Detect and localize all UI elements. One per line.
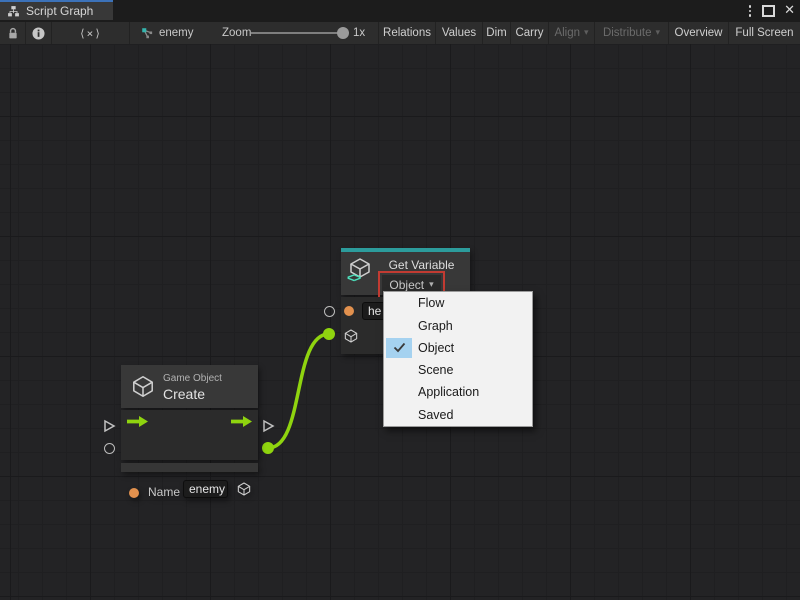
zoom-label: Zoom bbox=[222, 22, 251, 44]
more-menu-icon[interactable] bbox=[747, 3, 754, 19]
graph-toolbar: ⟨×⟩ enemy Zoom 1x Relations Values Dim C… bbox=[0, 22, 800, 45]
tab-script-graph[interactable]: Script Graph bbox=[0, 0, 113, 20]
code-view-button[interactable]: ⟨×⟩ bbox=[52, 22, 130, 44]
graph-hierarchy-icon bbox=[7, 5, 20, 18]
tab-title: Script Graph bbox=[26, 4, 93, 18]
node-category: Game Object bbox=[163, 373, 222, 384]
close-icon[interactable]: ✕ bbox=[784, 0, 795, 22]
name-port-dot[interactable] bbox=[129, 488, 139, 498]
check-slot bbox=[386, 293, 412, 313]
menu-item-flow[interactable]: Flow bbox=[384, 292, 532, 314]
carry-button[interactable]: Carry bbox=[510, 22, 548, 44]
variable-name-port-dot[interactable] bbox=[344, 306, 354, 316]
variable-name-port[interactable] bbox=[324, 306, 335, 317]
node-footer bbox=[121, 463, 258, 472]
dim-button[interactable]: Dim bbox=[482, 22, 510, 44]
node-header[interactable]: <> Get Variable Object ▾ bbox=[341, 252, 470, 295]
value-input-port[interactable] bbox=[104, 443, 115, 454]
checkmark-icon bbox=[386, 338, 412, 358]
check-slot bbox=[386, 316, 412, 336]
zoom-value: 1x bbox=[353, 22, 365, 44]
node-create-game-object[interactable]: Game Object Create Name enemy bbox=[121, 365, 258, 472]
object-port-cube-icon[interactable] bbox=[343, 328, 359, 344]
name-input-field[interactable]: enemy bbox=[183, 480, 228, 498]
menu-item-scene[interactable]: Scene bbox=[384, 359, 532, 381]
graph-asset-icon bbox=[141, 27, 154, 40]
node-header[interactable]: Game Object Create bbox=[121, 365, 258, 408]
caret-down-icon: ▾ bbox=[584, 28, 589, 38]
variable-brackets-icon: <> bbox=[347, 270, 360, 285]
game-object-cube-icon bbox=[130, 373, 156, 400]
title-bar: Script Graph ✕ bbox=[0, 0, 800, 22]
info-button[interactable] bbox=[26, 22, 52, 44]
node-title: Get Variable bbox=[377, 258, 466, 272]
script-graph-window: Script Graph ✕ ⟨×⟩ bbox=[0, 0, 800, 600]
flow-arrow-in-icon bbox=[127, 416, 149, 427]
flow-input-port[interactable] bbox=[103, 419, 116, 433]
check-slot bbox=[386, 382, 412, 402]
fullscreen-button[interactable]: Full Screen bbox=[728, 22, 800, 44]
relations-button[interactable]: Relations bbox=[378, 22, 435, 44]
graph-reference[interactable]: enemy bbox=[130, 22, 194, 44]
caret-down-icon: ▾ bbox=[656, 28, 661, 38]
zoom-slider-knob[interactable] bbox=[337, 27, 349, 39]
menu-item-graph[interactable]: Graph bbox=[384, 314, 532, 336]
name-port-label: Name bbox=[148, 485, 180, 499]
distribute-button[interactable]: Distribute▾ bbox=[594, 22, 668, 44]
code-icon: ⟨×⟩ bbox=[79, 27, 102, 40]
scope-context-menu: Flow Graph Object Scene Application bbox=[383, 291, 533, 427]
zoom-slider[interactable] bbox=[251, 32, 339, 34]
flow-output-port[interactable] bbox=[262, 419, 275, 433]
overview-button[interactable]: Overview bbox=[668, 22, 728, 44]
node-title: Create bbox=[163, 386, 205, 402]
align-button[interactable]: Align▾ bbox=[548, 22, 594, 44]
object-input-port-connected[interactable] bbox=[323, 328, 335, 340]
values-button[interactable]: Values bbox=[435, 22, 482, 44]
graph-name: enemy bbox=[159, 27, 194, 39]
check-slot bbox=[386, 360, 412, 380]
check-slot bbox=[386, 405, 412, 425]
menu-item-object[interactable]: Object bbox=[384, 337, 532, 359]
menu-item-saved[interactable]: Saved bbox=[384, 404, 532, 426]
value-output-port-connected[interactable] bbox=[262, 442, 274, 454]
maximize-icon[interactable] bbox=[762, 5, 775, 17]
game-object-port-cube-icon[interactable] bbox=[236, 481, 252, 497]
lock-icon bbox=[7, 27, 19, 40]
menu-item-application[interactable]: Application bbox=[384, 381, 532, 403]
lock-button[interactable] bbox=[0, 22, 26, 44]
graph-canvas[interactable]: Game Object Create Name enemy bbox=[0, 44, 800, 600]
info-icon bbox=[32, 27, 45, 40]
flow-arrow-out-icon bbox=[231, 416, 253, 427]
